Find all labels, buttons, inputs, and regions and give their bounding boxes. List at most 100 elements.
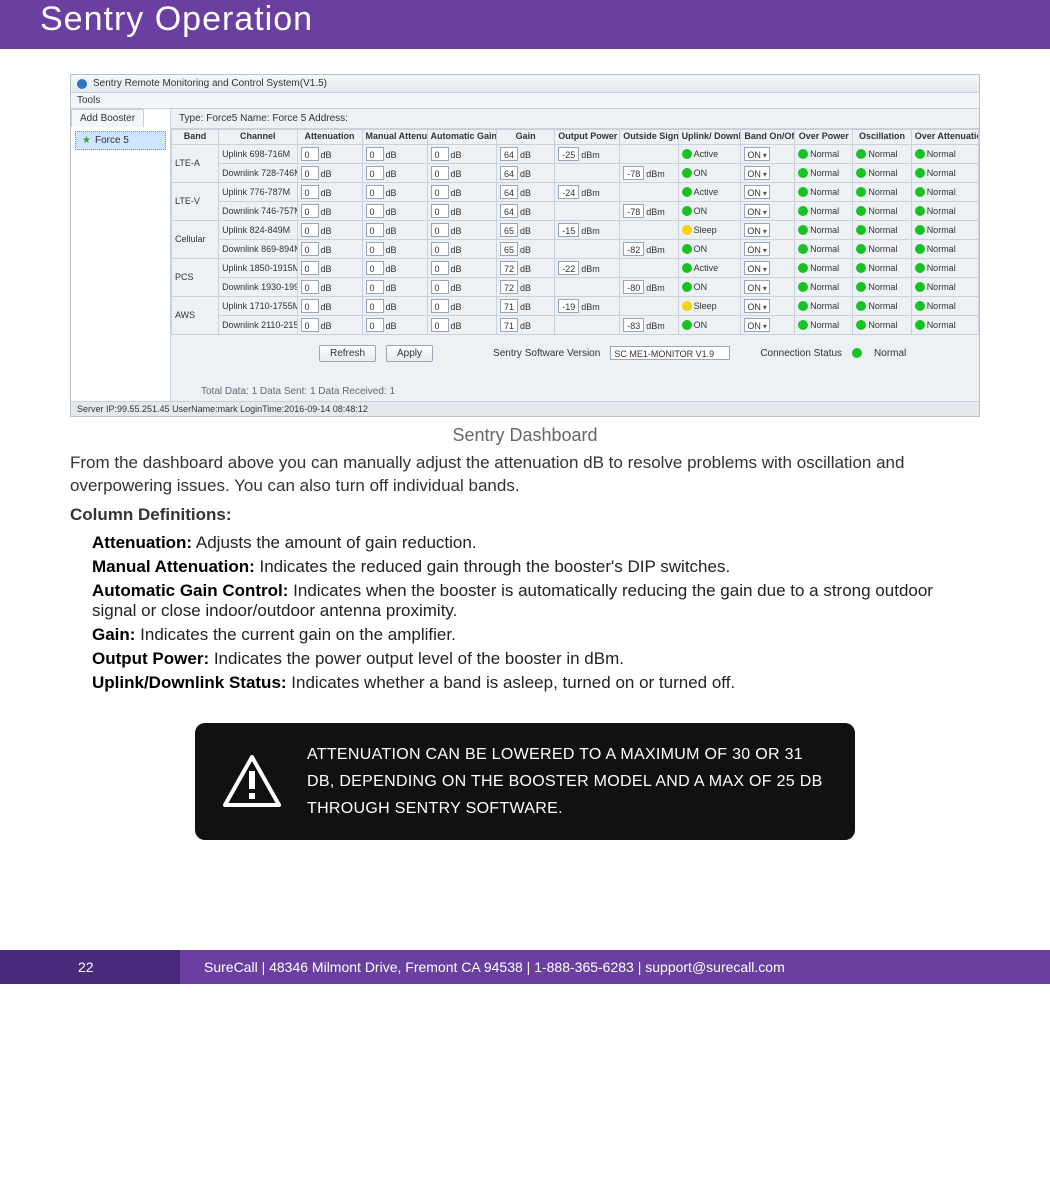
tab-add-booster[interactable]: Add Booster (71, 109, 144, 127)
refresh-button[interactable]: Refresh (319, 345, 376, 362)
connection-dot-icon (852, 348, 862, 358)
attenuation-input[interactable]: 0 (301, 318, 319, 332)
menu-bar[interactable]: Tools (71, 93, 979, 109)
manual-att-cell: 0dB (362, 277, 427, 296)
column-header: Channel (219, 130, 297, 145)
agc-cell: 0dB (427, 220, 496, 239)
connection-value: Normal (874, 348, 906, 359)
over-att-cell: Normal (911, 201, 978, 220)
gain-cell: 64dB (497, 201, 555, 220)
channel-cell: Downlink 1930-1995M (219, 277, 297, 296)
gain-cell: 64dB (497, 163, 555, 182)
channel-cell: Downlink 2110-2155M (219, 315, 297, 334)
window-titlebar: Sentry Remote Monitoring and Control Sys… (71, 75, 979, 93)
over-power-cell: Normal (795, 163, 853, 182)
band-onoff-select[interactable]: ON (744, 242, 770, 256)
band-onoff-select[interactable]: ON (744, 280, 770, 294)
agc-cell: 0dB (427, 258, 496, 277)
attenuation-input[interactable]: 0 (301, 147, 319, 161)
tree-item-label: Force 5 (95, 135, 129, 146)
status-dot-icon (798, 206, 808, 216)
attenuation-cell: 0dB (297, 163, 362, 182)
type-bar: Type: Force5 Name: Force 5 Address: (171, 109, 979, 129)
column-header: Oscillation (853, 130, 911, 145)
oss-cell (620, 258, 678, 277)
band-onoff-select[interactable]: ON (744, 223, 770, 237)
band-onoff-select[interactable]: ON (744, 185, 770, 199)
attenuation-cell: 0dB (297, 144, 362, 163)
band-cell: PCS (172, 258, 219, 296)
column-header: Outside Signal Strength (620, 130, 678, 145)
band-onoff-select[interactable]: ON (744, 261, 770, 275)
attenuation-input[interactable]: 0 (301, 204, 319, 218)
over-att-cell: Normal (911, 296, 978, 315)
status-dot-icon (915, 225, 925, 235)
band-onoff-select[interactable]: ON (744, 204, 770, 218)
over-power-cell: Normal (795, 182, 853, 201)
agc-cell: 0dB (427, 315, 496, 334)
manual-att-cell: 0dB (362, 182, 427, 201)
oss-cell: -82dBm (620, 239, 678, 258)
column-header: Over Power (795, 130, 853, 145)
tree-item-force5[interactable]: ★ Force 5 (75, 131, 166, 150)
band-cell: Cellular (172, 220, 219, 258)
column-header: Output Power (555, 130, 620, 145)
onoff-cell: ON (741, 144, 795, 163)
band-onoff-select[interactable]: ON (744, 318, 770, 332)
gain-cell: 64dB (497, 182, 555, 201)
attenuation-cell: 0dB (297, 220, 362, 239)
gain-cell: 71dB (497, 315, 555, 334)
definition-item: Automatic Gain Control: Indicates when t… (92, 581, 980, 621)
oss-cell: -83dBm (620, 315, 678, 334)
band-onoff-select[interactable]: ON (744, 147, 770, 161)
attenuation-input[interactable]: 0 (301, 261, 319, 275)
band-onoff-select[interactable]: ON (744, 299, 770, 313)
status-dot-icon (915, 168, 925, 178)
status-cell: ON (678, 163, 741, 182)
gain-cell: 72dB (497, 277, 555, 296)
menu-tools[interactable]: Tools (77, 95, 100, 106)
status-dot-icon (682, 263, 692, 273)
table-row: Downlink 869-894M0dB0dB0dB65dB-82dBmONON… (172, 239, 979, 258)
definition-item: Attenuation: Adjusts the amount of gain … (92, 533, 980, 553)
definition-item: Manual Attenuation: Indicates the reduce… (92, 557, 980, 577)
status-cell: Sleep (678, 220, 741, 239)
band-onoff-select[interactable]: ON (744, 166, 770, 180)
column-header: Over Attenuation (911, 130, 978, 145)
band-cell: AWS (172, 296, 219, 334)
gain-cell: 72dB (497, 258, 555, 277)
over-att-cell: Normal (911, 315, 978, 334)
manual-att-cell: 0dB (362, 144, 427, 163)
channel-cell: Uplink 776-787M (219, 182, 297, 201)
over-att-cell: Normal (911, 258, 978, 277)
attenuation-input[interactable]: 0 (301, 166, 319, 180)
attenuation-input[interactable]: 0 (301, 223, 319, 237)
table-row: CellularUplink 824-849M0dB0dB0dB65dB-15d… (172, 220, 979, 239)
manual-att-cell: 0dB (362, 315, 427, 334)
attenuation-input[interactable]: 0 (301, 280, 319, 294)
attenuation-input[interactable]: 0 (301, 299, 319, 313)
warning-text: ATTENUATION CAN BE LOWERED TO A MAXIMUM … (307, 741, 827, 823)
output-power-cell: -19dBm (555, 296, 620, 315)
status-dot-icon (856, 320, 866, 330)
column-definitions-heading: Column Definitions: (70, 504, 980, 527)
oss-cell (620, 144, 678, 163)
warning-callout: ATTENUATION CAN BE LOWERED TO A MAXIMUM … (195, 723, 855, 841)
onoff-cell: ON (741, 220, 795, 239)
over-power-cell: Normal (795, 258, 853, 277)
connection-label: Connection Status (760, 348, 842, 359)
attenuation-input[interactable]: 0 (301, 185, 319, 199)
column-header: Manual Attenuation (362, 130, 427, 145)
output-power-cell (555, 163, 620, 182)
oss-cell (620, 182, 678, 201)
column-header: Band On/Off (741, 130, 795, 145)
status-bar: Server IP:99.55.251.45 UserName:mark Log… (71, 401, 979, 416)
gain-cell: 65dB (497, 220, 555, 239)
status-dot-icon (915, 244, 925, 254)
over-power-cell: Normal (795, 201, 853, 220)
apply-button[interactable]: Apply (386, 345, 433, 362)
oscillation-cell: Normal (853, 239, 911, 258)
attenuation-input[interactable]: 0 (301, 242, 319, 256)
channel-cell: Uplink 1850-1915M (219, 258, 297, 277)
band-cell: LTE-V (172, 182, 219, 220)
